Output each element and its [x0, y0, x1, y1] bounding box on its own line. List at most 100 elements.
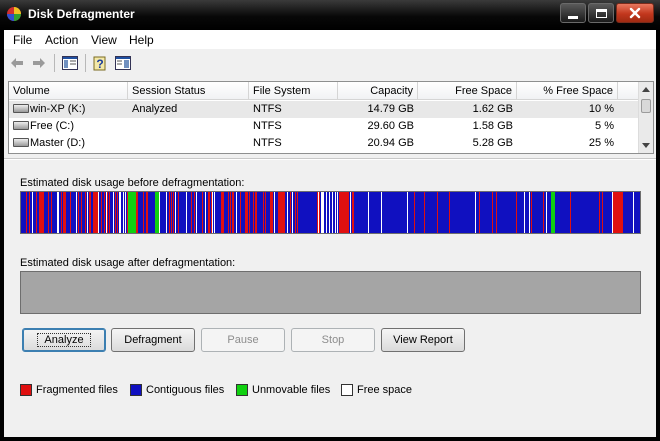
- volume-row[interactable]: Master (D:) NTFS 20.94 GB 5.28 GB 25 %: [9, 135, 639, 152]
- fragmentation-stripe: [101, 192, 102, 233]
- fragmentation-stripe: [205, 192, 206, 233]
- fragmentation-stripe: [322, 192, 323, 233]
- fragmentation-stripe: [437, 192, 438, 233]
- fragmentation-stripe: [551, 192, 555, 233]
- session-status-cell: Analyzed: [132, 103, 178, 115]
- after-defrag-usage-bar: [20, 271, 641, 314]
- column-session-status[interactable]: Session Status: [128, 82, 249, 100]
- fragmentation-stripe: [602, 192, 603, 233]
- menu-view[interactable]: View: [91, 33, 117, 47]
- fragmentation-stripe: [323, 192, 324, 233]
- fragmentation-stripe: [221, 192, 222, 233]
- fragmentation-stripe: [95, 192, 96, 233]
- volume-cell: win-XP (K:): [9, 101, 128, 118]
- fragmentation-stripe: [271, 192, 272, 233]
- fragmentation-stripe: [147, 192, 148, 233]
- volume-name: win-XP (K:): [30, 103, 86, 115]
- fragmentation-stripe: [87, 192, 88, 233]
- fragmentation-stripe: [214, 192, 215, 233]
- fragmentation-stripe: [249, 192, 250, 233]
- fragmentation-stripe: [449, 192, 450, 233]
- column-volume[interactable]: Volume: [9, 82, 128, 100]
- fragmentation-stripe: [319, 192, 320, 233]
- fragmentation-stripe: [93, 192, 94, 233]
- fragmentation-stripe: [39, 192, 40, 233]
- pause-button[interactable]: Pause: [201, 328, 285, 352]
- menu-help[interactable]: Help: [129, 33, 154, 47]
- column-file-system[interactable]: File System: [249, 82, 338, 100]
- fragmentation-stripe: [29, 192, 30, 233]
- fragmentation-stripe: [76, 192, 77, 233]
- fragmentation-stripe: [247, 192, 248, 233]
- fragmentation-stripe: [295, 192, 296, 233]
- fragmentation-stripe: [113, 192, 114, 233]
- scrollbar-thumb[interactable]: [641, 99, 651, 113]
- close-button[interactable]: [616, 3, 654, 23]
- volume-list-scrollbar[interactable]: [638, 82, 653, 153]
- analyze-button[interactable]: Analyze: [22, 328, 106, 352]
- volume-row[interactable]: win-XP (K:) Analyzed NTFS 14.79 GB 1.62 …: [9, 101, 639, 118]
- column-percent-free-space[interactable]: % Free Space: [517, 82, 618, 100]
- fragmentation-stripe: [253, 192, 254, 233]
- volume-row[interactable]: Free (C:) NTFS 29.60 GB 1.58 GB 5 %: [9, 118, 639, 135]
- legend-label: Unmovable files: [252, 384, 331, 396]
- fragmentation-stripe: [125, 192, 126, 233]
- fragmentation-stripe: [326, 192, 327, 233]
- fragmentation-stripe: [94, 192, 95, 233]
- client-area: File Action View Help ? Volume Session S…: [4, 30, 656, 437]
- fragmentation-stripe: [337, 192, 338, 233]
- fragmentation-stripe: [332, 192, 333, 233]
- fragmentation-stripe: [90, 192, 91, 233]
- fragmentation-stripe: [492, 192, 493, 233]
- fragmentation-stripe: [335, 192, 336, 233]
- scroll-down-arrow-icon[interactable]: [642, 143, 650, 148]
- disk-defragmenter-window: Disk Defragmenter File Action View Help: [0, 0, 660, 441]
- fragmentation-stripe: [381, 192, 382, 233]
- volume-list-header: Volume Session Status File System Capaci…: [9, 82, 639, 100]
- after-usage-label: Estimated disk usage after defragmentati…: [20, 257, 236, 269]
- defragment-button[interactable]: Defragment: [111, 328, 195, 352]
- fragmentation-stripe: [81, 192, 82, 233]
- show-hide-console-tree-button[interactable]: [61, 54, 79, 72]
- fragmentation-stripe: [529, 192, 530, 233]
- maximize-button[interactable]: [588, 3, 614, 23]
- column-free-space[interactable]: Free Space: [418, 82, 517, 100]
- fragmentation-stripe: [127, 192, 128, 233]
- scroll-up-arrow-icon[interactable]: [642, 87, 650, 92]
- fragmentation-stripe: [61, 192, 62, 233]
- fragmentation-stripe: [255, 192, 256, 233]
- back-button[interactable]: [8, 54, 26, 72]
- toolbar-separator: [54, 54, 55, 72]
- analyze-button-label: Analyze: [37, 333, 91, 347]
- fragmentation-stripe: [26, 192, 27, 233]
- fragmentation-stripe: [202, 192, 203, 233]
- help-button[interactable]: ?: [92, 54, 110, 72]
- fragmented-swatch: [20, 384, 32, 396]
- before-defrag-usage-bar: [20, 191, 641, 234]
- fragmentation-stripe: [284, 192, 285, 233]
- fragmentation-stripe: [40, 192, 41, 233]
- fragmentation-stripe: [85, 192, 86, 233]
- forward-button[interactable]: [30, 54, 48, 72]
- fragmentation-stripe: [246, 192, 247, 233]
- fragmentation-stripe: [240, 192, 241, 233]
- view-report-button[interactable]: View Report: [381, 328, 465, 352]
- fragmentation-stripe: [166, 192, 167, 233]
- fragmentation-stripe: [208, 192, 209, 233]
- menu-file[interactable]: File: [13, 33, 32, 47]
- volume-list[interactable]: Volume Session Status File System Capaci…: [8, 81, 654, 154]
- title-bar[interactable]: Disk Defragmenter: [0, 0, 660, 30]
- pane-divider[interactable]: [4, 158, 656, 160]
- menu-action[interactable]: Action: [45, 33, 78, 47]
- fragmentation-stripe: [117, 192, 118, 233]
- stop-button[interactable]: Stop: [291, 328, 375, 352]
- column-capacity[interactable]: Capacity: [338, 82, 418, 100]
- percent-free-cell: 5 %: [595, 120, 614, 132]
- properties-button[interactable]: [114, 54, 132, 72]
- volume-cell: Master (D:): [9, 135, 128, 152]
- fragmentation-stripe: [424, 192, 425, 233]
- hard-drive-icon: [13, 121, 29, 130]
- fragmentation-stripe: [265, 192, 266, 233]
- fragmentation-stripe: [236, 192, 237, 233]
- minimize-button[interactable]: [560, 3, 586, 23]
